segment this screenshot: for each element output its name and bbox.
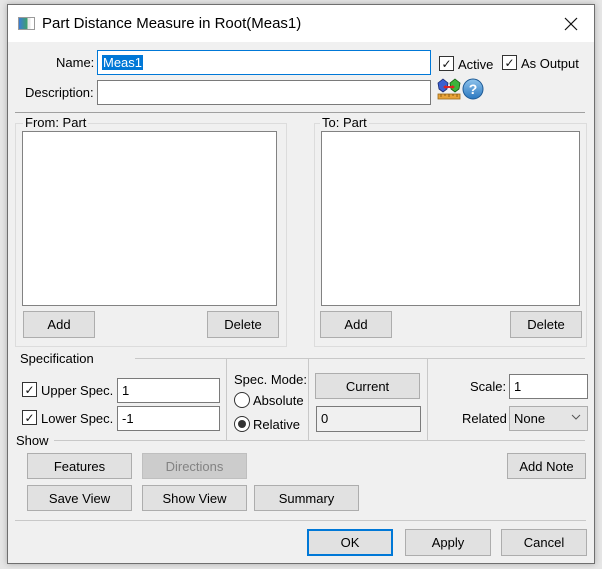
name-input[interactable]: Meas1 [97, 50, 431, 75]
spec-mode-label: Spec. Mode: [234, 372, 307, 387]
scale-label: Scale: [470, 379, 507, 394]
specification-legend: Specification [20, 351, 94, 366]
as-output-checkbox[interactable]: ✓ [502, 55, 517, 70]
lower-spec-value: -1 [122, 411, 134, 426]
current-button[interactable]: Current [315, 373, 420, 399]
directions-button[interactable]: Directions [142, 453, 247, 479]
from-part-legend: From: Part [23, 115, 89, 130]
checkmark-icon: ✓ [504, 55, 515, 70]
show-view-button[interactable]: Show View [142, 485, 247, 511]
help-icon: ? [462, 78, 484, 100]
current-value-field: 0 [316, 406, 421, 432]
active-checkbox[interactable]: ✓ [439, 56, 454, 71]
add-note-button[interactable]: Add Note [507, 453, 586, 479]
current-value: 0 [321, 411, 329, 426]
related-label: Related [462, 411, 507, 426]
to-part-list[interactable] [321, 131, 580, 306]
features-button[interactable]: Features [27, 453, 132, 479]
from-part-list[interactable] [22, 131, 277, 306]
app-icon [18, 17, 35, 30]
from-add-button[interactable]: Add [23, 311, 95, 338]
name-value: Meas1 [102, 55, 144, 70]
to-part-legend: To: Part [320, 115, 369, 130]
ok-button[interactable]: OK [307, 529, 393, 556]
scale-input[interactable]: 1 [509, 374, 588, 399]
footer-separator [15, 520, 586, 521]
checkmark-icon: ✓ [441, 56, 452, 71]
from-delete-button[interactable]: Delete [207, 311, 279, 338]
part-measure-icon [437, 78, 461, 100]
relative-label: Relative [253, 417, 300, 432]
as-output-label: As Output [521, 56, 579, 71]
svg-text:?: ? [469, 81, 478, 97]
description-input[interactable] [97, 80, 431, 105]
name-label: Name: [56, 55, 95, 70]
header-separator [15, 112, 585, 113]
lower-spec-label: Lower Spec. [41, 411, 114, 426]
help-button[interactable]: ? [462, 78, 484, 100]
specification-top-line [135, 358, 585, 359]
chevron-down-icon [571, 409, 581, 431]
lower-spec-input[interactable]: -1 [117, 406, 220, 431]
checkmark-icon: ✓ [24, 410, 35, 425]
absolute-label: Absolute [253, 393, 304, 408]
lower-spec-checkbox[interactable]: ✓ [22, 410, 37, 425]
description-label: Description: [25, 85, 94, 100]
show-legend: Show [16, 433, 49, 448]
spec-divider-2 [308, 358, 309, 440]
summary-button[interactable]: Summary [254, 485, 359, 511]
upper-spec-checkbox[interactable]: ✓ [22, 382, 37, 397]
spec-divider-3 [427, 358, 428, 440]
window-title: Part Distance Measure in Root(Meas1) [42, 15, 302, 32]
relative-radio[interactable] [234, 416, 250, 432]
apply-button[interactable]: Apply [405, 529, 491, 556]
part-measure-button[interactable] [437, 78, 461, 100]
scale-value: 1 [514, 379, 522, 394]
related-dropdown[interactable]: None [509, 406, 588, 431]
upper-spec-value: 1 [122, 383, 130, 398]
show-top-line [54, 440, 585, 441]
spec-divider-1 [226, 358, 227, 440]
close-icon [564, 17, 578, 30]
absolute-radio[interactable] [234, 392, 250, 408]
cancel-button[interactable]: Cancel [501, 529, 587, 556]
upper-spec-input[interactable]: 1 [117, 378, 220, 403]
to-add-button[interactable]: Add [320, 311, 392, 338]
to-delete-button[interactable]: Delete [510, 311, 582, 338]
upper-spec-label: Upper Spec. [41, 383, 114, 398]
checkmark-icon: ✓ [24, 382, 35, 397]
related-value: None [514, 411, 546, 426]
save-view-button[interactable]: Save View [27, 485, 132, 511]
active-label: Active [458, 57, 494, 72]
close-button[interactable] [548, 5, 594, 42]
title-bar[interactable]: Part Distance Measure in Root(Meas1) [8, 5, 594, 42]
